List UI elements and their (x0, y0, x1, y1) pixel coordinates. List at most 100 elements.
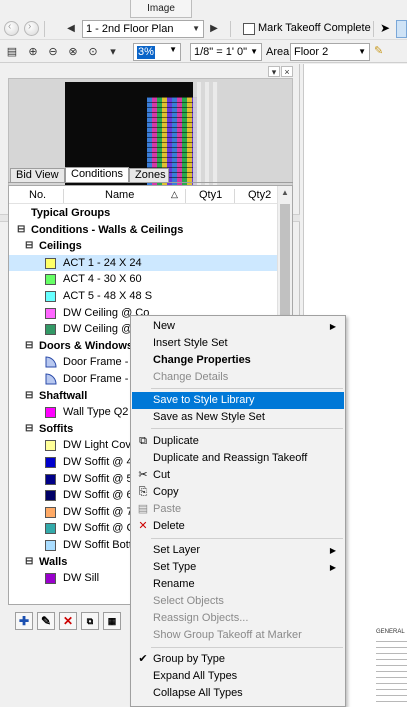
style-library-icon[interactable]: ▦ (103, 612, 121, 630)
scroll-up-icon[interactable]: ▲ (281, 188, 289, 197)
menu-item-duplicate[interactable]: ⧉ Duplicate (132, 433, 344, 450)
area-select[interactable]: Floor 2 ▼ (290, 43, 370, 61)
row-label: DW Soffit @ 5' (63, 472, 135, 485)
checkmark-icon: ✔ (138, 653, 148, 665)
collapse-icon[interactable]: ⊟ (25, 554, 33, 570)
menu-item-label: Set Type (153, 561, 197, 573)
image-tab[interactable]: Image (130, 0, 192, 18)
condition-row[interactable]: ACT 4 - 30 X 60 (9, 271, 279, 288)
tab-bid-view[interactable]: Bid View (10, 168, 65, 183)
menu-item-new[interactable]: New ▶ (132, 318, 344, 335)
plan-select-value: 1 - 2nd Floor Plan (86, 23, 174, 35)
menu-item-set-type[interactable]: Set Type ▶ (132, 559, 344, 576)
menu-item-duplicate-reassign[interactable]: Duplicate and Reassign Takeoff (132, 450, 344, 467)
edit-condition-icon[interactable]: ✎ (37, 612, 55, 630)
group-row[interactable]: Typical Groups (9, 205, 279, 222)
page-fit-icon[interactable]: ▤ (4, 44, 20, 60)
pan-tool-button[interactable] (396, 20, 407, 38)
menu-item-label: Cut (153, 469, 171, 481)
collapse-icon[interactable]: ⊟ (25, 238, 33, 254)
duplicate-condition-icon[interactable]: ⧉ (81, 612, 99, 630)
menu-item-set-layer[interactable]: Set Layer ▶ (132, 542, 344, 559)
zoom-out-icon[interactable]: ⊖ (45, 44, 61, 60)
row-label: DW Soffit @ 4' (63, 456, 135, 468)
menu-item-change-properties[interactable]: Change Properties (132, 352, 344, 369)
menu-item-label: Change Details (153, 371, 229, 383)
thumbnail-panel-controls: ▾ × (267, 66, 293, 77)
tab-zones[interactable]: Zones (129, 168, 169, 183)
magic-wand-icon[interactable]: ✎ (374, 44, 383, 57)
condition-row[interactable]: ACT 5 - 48 X 48 S (9, 288, 279, 305)
general-notes-title: GENERAL (376, 629, 405, 635)
menu-item-label: Save to Style Library (153, 394, 255, 406)
menu-item-insert-style-set[interactable]: Insert Style Set (132, 335, 344, 352)
delete-icon: ✕ (138, 520, 148, 532)
cursor-icon[interactable]: ➤ (380, 21, 390, 35)
menu-item-save-as-new-style-set[interactable]: Save as New Style Set (132, 409, 344, 426)
submenu-arrow-icon: ▶ (329, 546, 336, 555)
delete-condition-icon[interactable]: ✕ (59, 612, 77, 630)
menu-item-label: Expand All Types (153, 670, 238, 682)
column-name[interactable]: Name (105, 189, 134, 201)
menu-item-label: Rename (153, 578, 195, 590)
tab-divider (8, 182, 293, 183)
zoom-previous-icon[interactable]: ⊙ (85, 44, 101, 60)
tab-conditions[interactable]: Conditions (65, 167, 129, 183)
column-qty2[interactable]: Qty2 (248, 189, 271, 201)
collapse-icon[interactable]: ⊟ (25, 388, 33, 404)
duplicate-icon: ⧉ (139, 435, 147, 447)
menu-item-label: Duplicate (153, 435, 199, 447)
copy-icon: ⎘ (138, 486, 148, 498)
menu-item-copy[interactable]: ⎘ Copy (132, 484, 344, 501)
condition-color-swatch (45, 257, 56, 269)
menu-item-label: Group by Type (153, 653, 225, 665)
menu-separator (151, 388, 343, 389)
menu-item-cut[interactable]: ✂ Cut (132, 467, 344, 484)
chevron-down-icon: ▼ (250, 47, 258, 56)
toolbar-separator (373, 21, 374, 37)
row-label: DW Sill (63, 572, 100, 585)
forward-icon[interactable]: › (24, 21, 39, 36)
zoom-window-icon[interactable]: ⊗ (65, 44, 81, 60)
menu-item-save-to-style-library[interactable]: Save to Style Library (132, 392, 344, 409)
row-label: ACT 1 - 24 X 24 (63, 256, 142, 269)
menu-item-change-details: Change Details (132, 369, 344, 386)
zoom-select[interactable]: 3% ▼ (133, 43, 181, 61)
menu-item-rename[interactable]: Rename (132, 576, 344, 593)
column-separator (234, 189, 235, 203)
add-condition-icon[interactable]: ✚ (15, 612, 33, 630)
row-label: Typical Groups (31, 207, 111, 219)
row-label: DW Soffit @ 6' (63, 489, 135, 502)
close-icon[interactable]: × (281, 66, 293, 77)
collapse-icon[interactable]: ⊟ (25, 421, 33, 437)
collapse-icon[interactable]: ⊟ (17, 222, 25, 238)
condition-color-swatch (45, 523, 56, 535)
scale-select[interactable]: 1/8" = 1' 0" ▼ (190, 43, 262, 61)
plan-select[interactable]: 1 - 2nd Floor Plan ▼ (82, 20, 204, 38)
column-qty1[interactable]: Qty1 (199, 189, 222, 201)
previous-page-icon[interactable]: ◀ (63, 20, 79, 38)
chevron-down-icon: ▼ (169, 45, 177, 54)
menu-separator (151, 538, 343, 539)
menu-item-expand-all[interactable]: Expand All Types (132, 668, 344, 685)
toolbar-separator (230, 21, 231, 37)
menu-item-group-by-type[interactable]: ✔ Group by Type (132, 651, 344, 668)
zoom-in-icon[interactable]: ⊕ (25, 44, 41, 60)
back-icon[interactable]: ‹ (4, 21, 19, 36)
mark-takeoff-checkbox[interactable] (243, 23, 255, 35)
row-label: Shaftwall (39, 389, 88, 402)
menu-item-delete[interactable]: ✕ Delete (132, 518, 344, 535)
group-row[interactable]: ⊟ Ceilings (9, 238, 279, 255)
pin-icon[interactable]: ▾ (268, 66, 280, 77)
group-row[interactable]: ⊟ Conditions - Walls & Ceilings (9, 222, 279, 239)
row-label: Ceilings (39, 240, 82, 253)
menu-item-collapse-all[interactable]: Collapse All Types (132, 685, 344, 702)
next-page-icon[interactable]: ▶ (206, 20, 222, 38)
menu-item-label: Copy (153, 486, 179, 498)
condition-color-swatch (45, 291, 56, 302)
zoom-dropdown-icon[interactable]: ▾ (105, 44, 121, 60)
column-no[interactable]: No. (29, 189, 46, 201)
condition-row[interactable]: ACT 1 - 24 X 24 (9, 254, 279, 272)
zoom-value: 3% (137, 46, 155, 59)
collapse-icon[interactable]: ⊟ (25, 338, 33, 354)
